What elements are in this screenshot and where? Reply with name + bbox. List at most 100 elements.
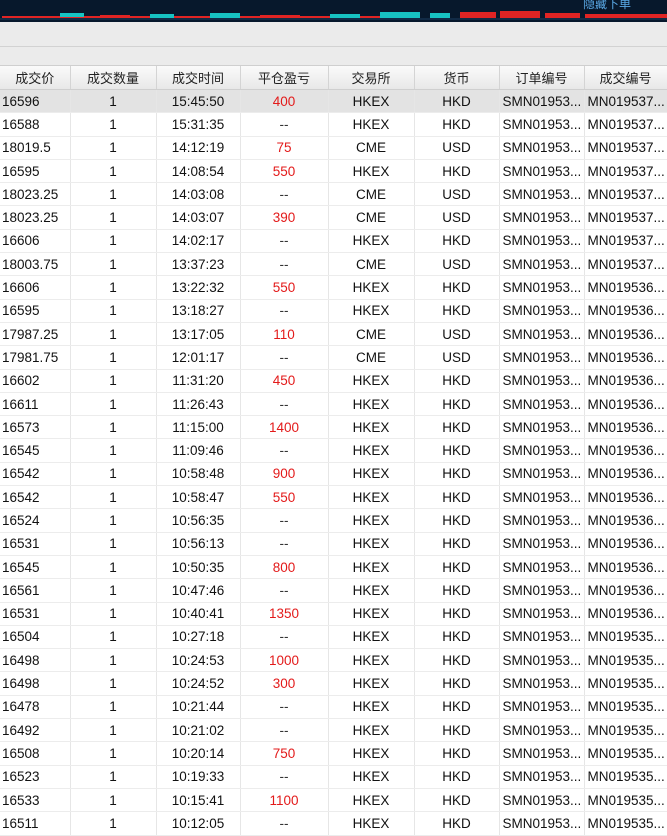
table-row[interactable]: 18023.25 1 14:03:08 -- CME USD SMN01953... MN01… [0,182,667,207]
table-row[interactable]: 16596 1 15:45:50 400 HKEX HKD SMN01953... MN019… [0,89,667,114]
cell-exchange: CME [328,136,415,160]
cell-quantity: 1 [70,89,157,114]
table-row[interactable]: 16542 1 10:58:48 900 HKEX HKD SMN01953... MN019… [0,462,667,487]
cell-price: 16531 [0,532,71,556]
table-row[interactable]: 16504 1 10:27:18 -- HKEX HKD SMN01953... MN0195… [0,625,667,650]
cell-currency: HKD [414,671,500,696]
cell-currency: HKD [414,485,500,510]
cell-order-id: SMN01953... [499,532,585,556]
cell-exchange: HKEX [328,695,415,720]
cell-pnl: 450 [240,369,329,393]
table-row[interactable]: 16542 1 10:58:47 550 HKEX HKD SMN01953... MN019… [0,485,667,510]
table-row[interactable]: 16498 1 10:24:53 1000 HKEX HKD SMN01953... MN01… [0,648,667,673]
cell-order-id: SMN01953... [499,392,585,417]
table-row[interactable]: 16602 1 11:31:20 450 HKEX HKD SMN01953... MN019… [0,369,667,393]
cell-order-id: SMN01953... [499,252,585,277]
cell-pnl: -- [240,182,329,207]
table-row[interactable]: 16595 1 14:08:54 550 HKEX HKD SMN01953... MN019… [0,159,667,184]
table-row[interactable]: 16531 1 10:40:41 1350 HKEX HKD SMN01953... MN01… [0,602,667,626]
cell-order-id: SMN01953... [499,811,585,836]
cell-pnl: 550 [240,275,329,300]
cell-order-id: SMN01953... [499,741,585,766]
cell-trade-id: MN019536... [584,508,667,533]
table-row[interactable]: 16573 1 11:15:00 1400 HKEX HKD SMN01953... MN01… [0,415,667,440]
cell-exchange: CME [328,182,415,207]
cell-time: 14:12:19 [156,136,241,160]
cell-pnl: -- [240,438,329,463]
table-row[interactable]: 16511 1 10:12:05 -- HKEX HKD SMN01953... MN0195… [0,811,667,836]
col-header-quantity[interactable]: 成交数量 [70,66,157,90]
cell-order-id: SMN01953... [499,369,585,393]
cell-exchange: CME [328,345,415,370]
cell-exchange: HKEX [328,299,415,323]
cell-quantity: 1 [70,275,157,300]
cell-quantity: 1 [70,671,157,696]
cell-exchange: HKEX [328,485,415,510]
cell-quantity: 1 [70,485,157,510]
table-row[interactable]: 16524 1 10:56:35 -- HKEX HKD SMN01953... MN0195… [0,508,667,533]
col-header-currency[interactable]: 货币 [414,66,500,90]
cell-pnl: 1000 [240,648,329,673]
cell-trade-id: MN019537... [584,252,667,277]
cell-pnl: 1100 [240,788,329,813]
cell-quantity: 1 [70,229,157,254]
cell-order-id: SMN01953... [499,182,585,207]
hide-order-button[interactable]: 隐藏下单 [583,0,631,12]
table-row[interactable]: 16531 1 10:56:13 -- HKEX HKD SMN01953... MN0195… [0,532,667,556]
table-row[interactable]: 16606 1 13:22:32 550 HKEX HKD SMN01953... MN019… [0,275,667,300]
cell-order-id: SMN01953... [499,648,585,673]
table-row[interactable]: 16595 1 13:18:27 -- HKEX HKD SMN01953... MN0195… [0,299,667,323]
cell-order-id: SMN01953... [499,89,585,114]
table-row[interactable]: 16478 1 10:21:44 -- HKEX HKD SMN01953... MN0195… [0,695,667,720]
table-row[interactable]: 17981.75 1 12:01:17 -- CME USD SMN01953... MN01… [0,345,667,370]
table-row[interactable]: 16498 1 10:24:52 300 HKEX HKD SMN01953... MN019… [0,671,667,696]
cell-exchange: HKEX [328,811,415,836]
cell-quantity: 1 [70,462,157,487]
cell-currency: HKD [414,625,500,650]
table-row[interactable]: 16606 1 14:02:17 -- HKEX HKD SMN01953... MN0195… [0,229,667,254]
table-row[interactable]: 16561 1 10:47:46 -- HKEX HKD SMN01953... MN0195… [0,578,667,603]
cell-pnl: 550 [240,485,329,510]
cell-currency: HKD [414,555,500,580]
col-header-time[interactable]: 成交时间 [156,66,241,90]
table-row[interactable]: 16533 1 10:15:41 1100 HKEX HKD SMN01953... MN01… [0,788,667,813]
table-row[interactable]: 16492 1 10:21:02 -- HKEX HKD SMN01953... MN0195… [0,718,667,743]
cell-order-id: SMN01953... [499,345,585,370]
cell-price: 18019.5 [0,136,71,160]
table-row[interactable]: 18023.25 1 14:03:07 390 CME USD SMN01953... MN0… [0,205,667,230]
table-row[interactable]: 16611 1 11:26:43 -- HKEX HKD SMN01953... MN0195… [0,392,667,417]
cell-trade-id: MN019535... [584,811,667,836]
cell-pnl: -- [240,392,329,417]
col-header-pnl[interactable]: 平仓盈亏 [240,66,329,90]
cell-trade-id: MN019536... [584,345,667,370]
table-row[interactable]: 16545 1 10:50:35 800 HKEX HKD SMN01953... MN019… [0,555,667,580]
table-row[interactable]: 16508 1 10:20:14 750 HKEX HKD SMN01953... MN019… [0,741,667,766]
cell-time: 13:22:32 [156,275,241,300]
cell-exchange: HKEX [328,415,415,440]
col-header-exchange[interactable]: 交易所 [328,66,415,90]
cell-currency: HKD [414,438,500,463]
cell-price: 16542 [0,462,71,487]
cell-time: 13:37:23 [156,252,241,277]
cell-pnl: 75 [240,136,329,160]
cell-exchange: HKEX [328,532,415,556]
table-row[interactable]: 17987.25 1 13:17:05 110 CME USD SMN01953... MN0… [0,322,667,347]
cell-currency: HKD [414,648,500,673]
col-header-order-id[interactable]: 订单编号 [499,66,585,90]
cell-trade-id: MN019536... [584,299,667,323]
cell-trade-id: MN019535... [584,788,667,813]
table-row[interactable]: 18003.75 1 13:37:23 -- CME USD SMN01953... MN01… [0,252,667,277]
cell-quantity: 1 [70,788,157,813]
col-header-trade-id[interactable]: 成交编号 [584,66,667,90]
cell-time: 14:03:08 [156,182,241,207]
table-row[interactable]: 18019.5 1 14:12:19 75 CME USD SMN01953... MN019… [0,136,667,160]
table-row[interactable]: 16545 1 11:09:46 -- HKEX HKD SMN01953... MN0195… [0,438,667,463]
cell-time: 15:31:35 [156,112,241,137]
table-row[interactable]: 16588 1 15:31:35 -- HKEX HKD SMN01953... MN0195… [0,112,667,137]
col-header-price[interactable]: 成交价 [0,66,71,90]
cell-currency: USD [414,136,500,160]
table-row[interactable]: 16523 1 10:19:33 -- HKEX HKD SMN01953... MN0195… [0,765,667,789]
cell-time: 13:18:27 [156,299,241,323]
cell-price: 16606 [0,229,71,254]
cell-time: 10:56:35 [156,508,241,533]
